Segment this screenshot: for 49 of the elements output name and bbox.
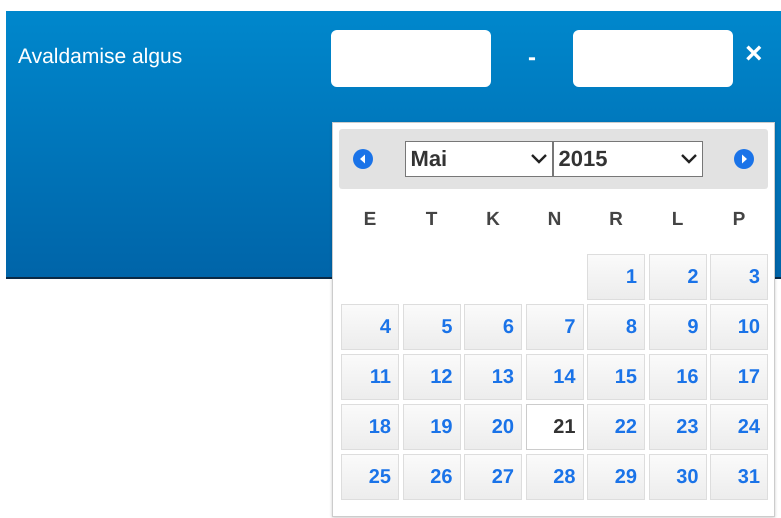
- day-cell[interactable]: 15: [587, 354, 645, 400]
- day-cell[interactable]: 27: [464, 454, 522, 500]
- day-cell[interactable]: 26: [402, 454, 460, 500]
- day-cell[interactable]: 2: [648, 254, 706, 300]
- day-cell[interactable]: 8: [587, 304, 645, 350]
- day-cell[interactable]: 6: [464, 304, 522, 350]
- day-cell[interactable]: 20: [464, 404, 522, 450]
- start-date-field[interactable]: [331, 30, 491, 87]
- weekday-label: E: [362, 209, 378, 232]
- weekday-label: N: [546, 209, 562, 232]
- weekday-label: R: [608, 209, 624, 232]
- day-cell[interactable]: 5: [402, 304, 460, 350]
- chevron-down-icon: [680, 154, 696, 164]
- day-cell[interactable]: 28: [526, 454, 584, 500]
- day-cell[interactable]: 4: [341, 304, 399, 350]
- day-cell[interactable]: 17: [710, 354, 768, 400]
- day-cell[interactable]: 10: [710, 304, 768, 350]
- day-cell[interactable]: 29: [587, 454, 645, 500]
- next-month-button[interactable]: [734, 149, 754, 169]
- weekday-label: T: [424, 209, 438, 232]
- range-separator: -: [527, 44, 537, 72]
- filter-label: Avaldamise algus: [18, 45, 184, 69]
- year-select[interactable]: 2015: [552, 141, 702, 177]
- end-date-field[interactable]: [573, 30, 733, 87]
- day-cell[interactable]: 3: [710, 254, 768, 300]
- day-cell[interactable]: 31: [710, 454, 768, 500]
- clear-button[interactable]: ×: [745, 39, 763, 69]
- day-cell[interactable]: 12: [402, 354, 460, 400]
- day-cell[interactable]: 11: [341, 354, 399, 400]
- day-cell[interactable]: 22: [587, 404, 645, 450]
- weekday-label: P: [732, 209, 746, 232]
- day-cell[interactable]: 14: [526, 354, 584, 400]
- month-select[interactable]: Mai: [404, 141, 552, 177]
- chevron-down-icon: [530, 154, 546, 164]
- day-cell[interactable]: 18: [341, 404, 399, 450]
- day-cell[interactable]: 24: [710, 404, 768, 450]
- weekday-label: L: [670, 209, 684, 232]
- day-cell[interactable]: 21: [526, 404, 584, 450]
- day-cell[interactable]: 23: [648, 404, 706, 450]
- day-cell[interactable]: 25: [341, 454, 399, 500]
- weekday-label: K: [485, 209, 501, 232]
- day-cell[interactable]: 13: [464, 354, 522, 400]
- day-cell[interactable]: 16: [648, 354, 706, 400]
- day-cell[interactable]: 30: [648, 454, 706, 500]
- day-cell[interactable]: 19: [402, 404, 460, 450]
- day-cell[interactable]: 7: [526, 304, 584, 350]
- day-cell[interactable]: 1: [587, 254, 645, 300]
- previous-month-button[interactable]: [353, 149, 373, 169]
- day-cell[interactable]: 9: [648, 304, 706, 350]
